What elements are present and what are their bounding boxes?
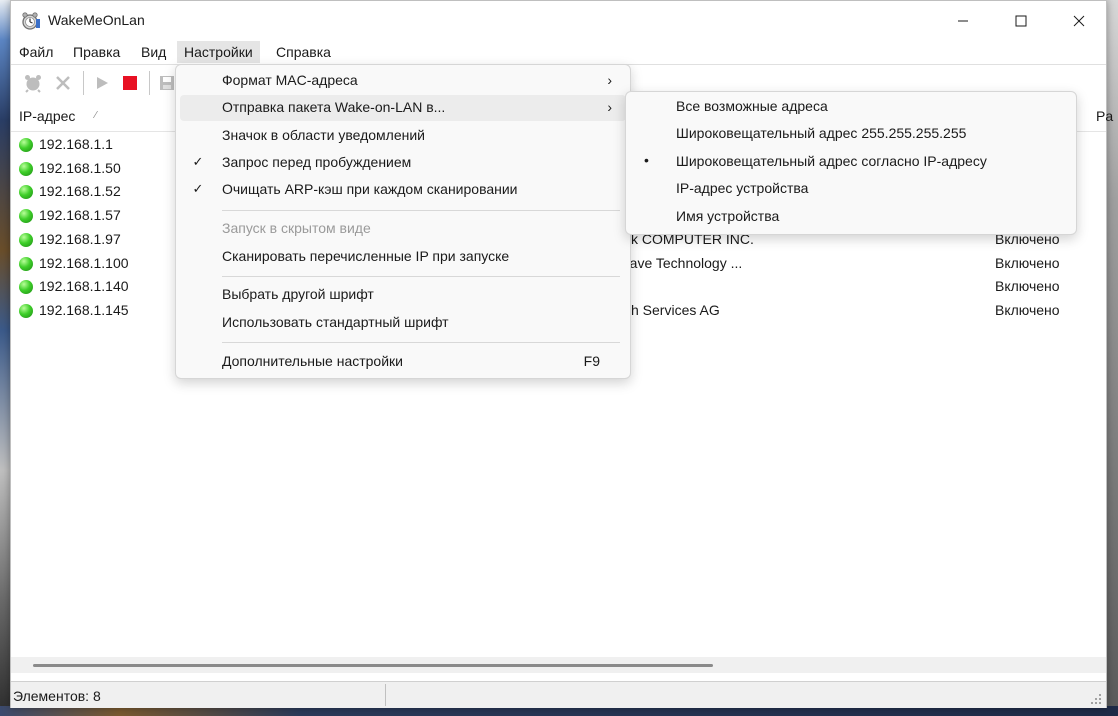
- menu-item-label: Сканировать перечисленные IP при запуске: [222, 248, 510, 264]
- settings-menu: Формат MAC-адреса › Отправка пакета Wake…: [175, 64, 631, 379]
- ip-cell: 192.168.1.50: [39, 160, 121, 176]
- stop-icon: [123, 76, 137, 90]
- status-cell: Включено: [995, 255, 1060, 271]
- stop-button[interactable]: [118, 71, 142, 95]
- ip-cell: 192.168.1.100: [39, 255, 129, 271]
- submenu-item-broadcast-by-ip[interactable]: • Широковещательный адрес согласно IP-ад…: [630, 149, 1072, 175]
- maximize-icon: [1015, 15, 1027, 27]
- menu-item-advanced-options[interactable]: Дополнительные настройки F9: [180, 349, 626, 375]
- submenu-item-label: Имя устройства: [676, 208, 780, 224]
- online-status-icon: [19, 138, 33, 152]
- menu-item-label: Очищать ARP-кэш при каждом сканировании: [222, 181, 518, 197]
- menu-item-clear-arp[interactable]: ✓ Очищать ARP-кэш при каждом сканировани…: [180, 177, 626, 203]
- scrollbar-thumb[interactable]: [33, 664, 713, 667]
- vendor-cell: 'ave Technology ...: [627, 255, 743, 271]
- toolbar-separator: [149, 71, 150, 95]
- app-icon: [21, 11, 41, 31]
- menu-item-label: Формат MAC-адреса: [222, 72, 358, 88]
- submenu-item-broadcast-255[interactable]: Широковещательный адрес 255.255.255.255: [630, 121, 1072, 147]
- menu-item-scan-on-start[interactable]: Сканировать перечисленные IP при запуске: [180, 244, 626, 270]
- ip-cell: 192.168.1.145: [39, 302, 129, 318]
- menu-bar: Файл Правка Вид Настройки Справка: [11, 41, 1106, 63]
- play-icon: [97, 77, 108, 89]
- menu-item-ask-before-wake[interactable]: ✓ Запрос перед пробуждением: [180, 150, 626, 176]
- horizontal-scrollbar[interactable]: [11, 657, 1106, 673]
- online-status-icon: [19, 162, 33, 176]
- play-button[interactable]: [90, 71, 114, 95]
- menu-item-label: Запрос перед пробуждением: [222, 154, 412, 170]
- delete-button[interactable]: [51, 71, 75, 95]
- menu-item-default-font[interactable]: Использовать стандартный шрифт: [180, 310, 626, 336]
- submenu-item-label: Широковещательный адрес 255.255.255.255: [676, 125, 967, 141]
- menu-view[interactable]: Вид: [141, 41, 166, 63]
- online-status-icon: [19, 280, 33, 294]
- menu-item-label: Выбрать другой шрифт: [222, 286, 374, 302]
- ip-cell: 192.168.1.57: [39, 207, 121, 223]
- item-count: Элементов: 8: [13, 688, 101, 704]
- wol-submenu: Все возможные адреса Широковещательный а…: [625, 91, 1077, 235]
- column-header-pa[interactable]: Pa: [1096, 108, 1113, 124]
- ip-cell: 192.168.1.1: [39, 136, 113, 152]
- ip-cell: 192.168.1.97: [39, 231, 121, 247]
- menu-edit[interactable]: Правка: [73, 41, 120, 63]
- checkmark-icon: ✓: [192, 154, 204, 169]
- submenu-item-device-name[interactable]: Имя устройства: [630, 204, 1072, 230]
- wake-icon: [25, 75, 41, 93]
- menu-item-start-hidden: Запуск в скрытом виде: [180, 216, 626, 242]
- menu-separator: [222, 276, 620, 277]
- menu-item-mac-format[interactable]: Формат MAC-адреса ›: [180, 68, 626, 94]
- submenu-item-label: Все возможные адреса: [676, 98, 828, 114]
- window-title: WakeMeOnLan: [48, 12, 145, 28]
- ip-cell: 192.168.1.140: [39, 278, 129, 294]
- menu-item-label: Запуск в скрытом виде: [222, 220, 371, 236]
- submenu-item-label: Широковещательный адрес согласно IP-адре…: [676, 153, 987, 169]
- online-status-icon: [19, 304, 33, 318]
- submenu-item-device-ip[interactable]: IP-адрес устройства: [630, 176, 1072, 202]
- menu-item-label: Использовать стандартный шрифт: [222, 314, 449, 330]
- chevron-right-icon: ›: [607, 72, 612, 88]
- menu-item-choose-font[interactable]: Выбрать другой шрифт: [180, 282, 626, 308]
- close-icon: [1073, 15, 1085, 27]
- online-status-icon: [19, 233, 33, 247]
- toolbar-separator: [83, 71, 84, 95]
- title-bar: WakeMeOnLan: [11, 1, 1106, 41]
- status-separator: [385, 684, 386, 706]
- status-bar: Элементов: 8: [11, 681, 1106, 708]
- status-cell: Включено: [995, 302, 1060, 318]
- wake-button[interactable]: [21, 71, 45, 95]
- sort-arrow-icon: ⁄: [95, 110, 97, 121]
- checkmark-icon: ✓: [192, 181, 204, 196]
- delete-icon: [56, 76, 70, 90]
- minimize-icon: [958, 20, 968, 22]
- menu-file[interactable]: Файл: [19, 41, 53, 63]
- status-cell: Включено: [995, 278, 1060, 294]
- column-header-ip[interactable]: IP-адрес: [19, 108, 75, 124]
- radio-bullet-icon: •: [644, 152, 649, 168]
- menu-settings[interactable]: Настройки: [177, 41, 260, 63]
- online-status-icon: [19, 209, 33, 223]
- menu-item-wol-send[interactable]: Отправка пакета Wake-on-LAN в... ›: [180, 95, 626, 121]
- menu-separator: [222, 342, 620, 343]
- menu-item-label: Значок в области уведомлений: [222, 127, 426, 143]
- save-icon: [160, 76, 174, 90]
- menu-separator: [222, 210, 620, 211]
- close-button[interactable]: [1050, 1, 1108, 41]
- submenu-item-all-addresses[interactable]: Все возможные адреса: [630, 94, 1072, 120]
- menu-item-tray-icon[interactable]: Значок в области уведомлений: [180, 123, 626, 149]
- menu-item-label: Дополнительные настройки: [222, 353, 403, 369]
- online-status-icon: [19, 185, 33, 199]
- resize-grip-icon[interactable]: [1090, 693, 1102, 705]
- shortcut-label: F9: [583, 353, 600, 369]
- online-status-icon: [19, 257, 33, 271]
- menu-item-label: Отправка пакета Wake-on-LAN в...: [222, 99, 446, 115]
- chevron-right-icon: ›: [607, 99, 612, 115]
- ip-cell: 192.168.1.52: [39, 183, 121, 199]
- submenu-item-label: IP-адрес устройства: [676, 180, 809, 196]
- menu-help[interactable]: Справка: [276, 41, 331, 63]
- vendor-cell: h Services AG: [631, 302, 720, 318]
- maximize-button[interactable]: [992, 1, 1050, 41]
- minimize-button[interactable]: [934, 1, 992, 41]
